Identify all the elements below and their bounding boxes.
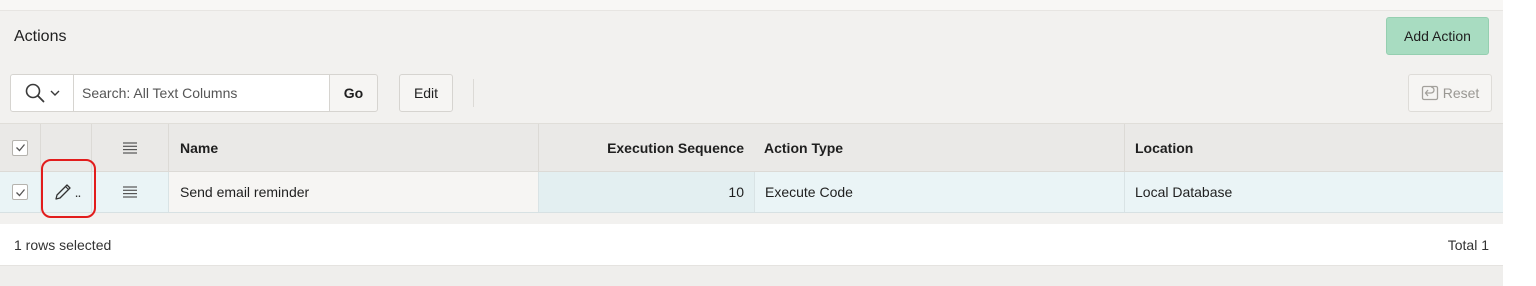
right-gutter bbox=[1503, 0, 1536, 286]
checkmark-icon bbox=[15, 144, 25, 152]
grid-header-row: Name Execution Sequence Action Type Loca… bbox=[0, 123, 1503, 172]
cell-name[interactable]: Send email reminder bbox=[168, 172, 538, 212]
cell-location[interactable]: Local Database bbox=[1124, 172, 1503, 212]
bottom-strip bbox=[0, 266, 1503, 286]
interactive-grid: Name Execution Sequence Action Type Loca… bbox=[0, 123, 1503, 213]
add-action-button[interactable]: Add Action bbox=[1386, 17, 1489, 55]
select-all-cell[interactable] bbox=[0, 124, 40, 171]
table-row[interactable]: .. Send email reminder 10 Execute Code L… bbox=[0, 172, 1503, 213]
column-header-action-type[interactable]: Action Type bbox=[754, 124, 1124, 171]
reset-button[interactable]: Reset bbox=[1408, 74, 1492, 112]
reset-label: Reset bbox=[1442, 85, 1480, 101]
search-field-wrapper: Go bbox=[10, 74, 378, 112]
chevron-down-icon bbox=[50, 90, 59, 96]
cell-action-type[interactable]: Execute Code bbox=[754, 172, 1124, 212]
row-select-checkbox[interactable] bbox=[12, 184, 28, 200]
row-actions-cell[interactable] bbox=[91, 172, 168, 212]
edit-icon-highlight bbox=[41, 159, 96, 218]
search-input[interactable] bbox=[74, 75, 329, 111]
hamburger-menu-icon bbox=[123, 141, 137, 154]
toolbar-divider bbox=[473, 79, 474, 107]
hamburger-menu-icon[interactable] bbox=[122, 185, 138, 199]
region-title: Actions bbox=[14, 28, 67, 45]
column-header-execution-sequence[interactable]: Execution Sequence bbox=[538, 124, 754, 171]
cell-execution-sequence[interactable]: 10 bbox=[538, 172, 754, 212]
actions-region: Actions Add Action Go Edit bbox=[0, 11, 1503, 266]
select-all-checkbox[interactable] bbox=[12, 139, 28, 156]
search-column-selector[interactable] bbox=[11, 75, 74, 111]
reset-icon bbox=[1421, 85, 1438, 101]
search-icon bbox=[25, 83, 44, 103]
row-select-cell[interactable] bbox=[0, 172, 40, 212]
selection-status: 1 rows selected bbox=[14, 237, 112, 253]
row-actions-column-header bbox=[91, 124, 168, 171]
top-strip bbox=[0, 0, 1503, 11]
grid-footer: 1 rows selected Total 1 bbox=[0, 224, 1503, 266]
go-button[interactable]: Go bbox=[329, 74, 378, 112]
grid-toolbar: Go Edit Reset bbox=[0, 73, 1503, 123]
total-count: Total 1 bbox=[1447, 237, 1489, 253]
edit-button[interactable]: Edit bbox=[399, 74, 453, 112]
column-header-name[interactable]: Name bbox=[168, 124, 538, 171]
column-header-location[interactable]: Location bbox=[1124, 124, 1503, 171]
checkmark-icon bbox=[15, 188, 25, 196]
